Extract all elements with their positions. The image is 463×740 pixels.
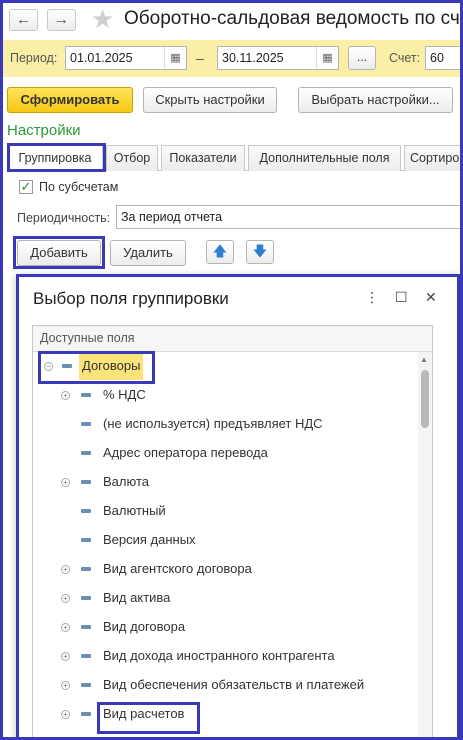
- forward-button[interactable]: →: [47, 9, 76, 31]
- period-select-button[interactable]: ...: [348, 46, 376, 70]
- period-to-value: 30.11.2025: [222, 51, 284, 65]
- window-title: Оборотно-сальдовая ведомость по сч: [124, 8, 460, 29]
- highlight-add-button: [13, 236, 105, 269]
- field-icon: [81, 567, 91, 571]
- scroll-up-icon[interactable]: ▲: [420, 355, 428, 364]
- close-icon[interactable]: ✕: [425, 289, 437, 306]
- maximize-icon[interactable]: ☐: [395, 289, 408, 306]
- highlight-settlement-type-item: [97, 702, 200, 734]
- list-item-label: Валютный: [103, 503, 166, 518]
- list-item-label: Валюта: [103, 474, 149, 489]
- list-item-label: % НДС: [103, 387, 146, 402]
- grouping-field-dialog: Выбор поля группировки ⋮ ☐ ✕ Доступные п…: [16, 274, 460, 740]
- field-icon: [81, 596, 91, 600]
- list-item[interactable]: Валютный: [33, 497, 418, 525]
- list-item-label: Вид договора: [103, 619, 186, 634]
- arrow-left-icon: ←: [16, 11, 31, 28]
- available-fields-list: Доступные поля ▲ − Договоры + % НДС (не …: [32, 325, 433, 737]
- generate-button[interactable]: Сформировать: [7, 87, 133, 113]
- move-down-button[interactable]: 🡇: [246, 240, 274, 264]
- highlight-grouping-tab: [7, 143, 106, 172]
- field-icon: [81, 712, 91, 716]
- list-item-label: Вид дохода иностранного контрагента: [103, 648, 335, 663]
- by-subaccounts-checkbox[interactable]: ✓: [19, 180, 33, 194]
- account-field[interactable]: 60: [425, 46, 463, 70]
- list-item[interactable]: + Вид договора: [33, 613, 418, 641]
- list-item[interactable]: Адрес оператора перевода: [33, 439, 418, 467]
- title-bar: ← → ★ Оборотно-сальдовая ведомость по сч: [3, 3, 460, 37]
- settings-title: Настройки: [7, 122, 81, 139]
- field-icon: [81, 509, 91, 513]
- expand-icon[interactable]: +: [61, 681, 70, 690]
- list-item[interactable]: + Вид актива: [33, 584, 418, 612]
- expand-icon[interactable]: +: [61, 710, 70, 719]
- account-value: 60: [430, 51, 444, 65]
- list-item[interactable]: + Вид агентского договора: [33, 555, 418, 583]
- field-icon: [81, 451, 91, 455]
- periodicity-field[interactable]: За период отчета: [116, 205, 463, 229]
- period-from-value: 01.01.2025: [70, 51, 133, 65]
- list-item-label: Вид обеспечения обязательств и платежей: [103, 677, 365, 692]
- favorite-star-icon[interactable]: ★: [91, 5, 114, 33]
- list-item-label: (не используется) предъявляет НДС: [103, 416, 323, 431]
- field-icon: [81, 654, 91, 658]
- list-item[interactable]: (не используется) предъявляет НДС: [33, 410, 418, 438]
- period-bar: Период: 01.01.2025 ▦ – 30.11.2025 ▦ ... …: [3, 40, 463, 77]
- expand-icon[interactable]: +: [61, 478, 70, 487]
- expand-icon[interactable]: +: [61, 594, 70, 603]
- arrow-down-icon: 🡇: [252, 243, 268, 259]
- field-icon: [81, 625, 91, 629]
- expand-icon[interactable]: +: [61, 391, 70, 400]
- list-item[interactable]: + Валюта: [33, 468, 418, 496]
- field-icon: [81, 422, 91, 426]
- move-up-button[interactable]: 🡅: [206, 240, 234, 264]
- period-from-field[interactable]: 01.01.2025 ▦: [65, 46, 187, 70]
- arrow-up-icon: 🡅: [212, 243, 228, 259]
- list-item-label: Вид актива: [103, 590, 171, 605]
- more-icon[interactable]: ⋮: [365, 289, 379, 306]
- period-label: Период:: [10, 51, 58, 65]
- field-icon: [81, 538, 91, 542]
- periodicity-value: За период отчета: [121, 210, 223, 224]
- tab-sorting[interactable]: Сортиро: [404, 145, 463, 171]
- list-item[interactable]: Версия данных: [33, 526, 418, 554]
- tab-indicators[interactable]: Показатели: [161, 145, 245, 171]
- list-item[interactable]: + Вид расчетов: [33, 700, 418, 728]
- hide-settings-button[interactable]: Скрыть настройки: [143, 87, 277, 113]
- list-item[interactable]: + Вид дохода иностранного контрагента: [33, 642, 418, 670]
- expand-icon[interactable]: +: [61, 623, 70, 632]
- list-item[interactable]: + % НДС: [33, 381, 418, 409]
- expand-icon[interactable]: +: [61, 565, 70, 574]
- column-header: Доступные поля: [33, 326, 432, 352]
- back-button[interactable]: ←: [9, 9, 38, 31]
- calendar-icon[interactable]: ▦: [164, 47, 186, 69]
- expand-icon[interactable]: +: [61, 652, 70, 661]
- tab-filter[interactable]: Отбор: [106, 145, 158, 171]
- list-scrollbar[interactable]: ▲: [418, 352, 432, 737]
- choose-settings-button[interactable]: Выбрать настройки...: [298, 87, 453, 113]
- by-subaccounts-label: По субсчетам: [39, 180, 119, 194]
- field-icon: [81, 480, 91, 484]
- tab-additional-fields[interactable]: Дополнительные поля: [248, 145, 401, 171]
- arrow-right-icon: →: [54, 11, 69, 28]
- list-item[interactable]: + Вид обеспечения обязательств и платеже…: [33, 671, 418, 699]
- dialog-title: Выбор поля группировки: [33, 289, 229, 308]
- field-icon: [81, 683, 91, 687]
- period-dash: –: [196, 50, 204, 66]
- delete-button[interactable]: Удалить: [110, 240, 186, 266]
- list-item-label: Адрес оператора перевода: [103, 445, 268, 460]
- calendar-icon[interactable]: ▦: [316, 47, 338, 69]
- periodicity-label: Периодичность:: [17, 211, 111, 225]
- highlight-contracts-item: [38, 351, 155, 384]
- scroll-thumb[interactable]: [421, 370, 429, 428]
- account-label: Счет:: [389, 51, 421, 65]
- list-item-label: Версия данных: [103, 532, 196, 547]
- period-to-field[interactable]: 30.11.2025 ▦: [217, 46, 339, 70]
- field-icon: [81, 393, 91, 397]
- list-item-label: Вид агентского договора: [103, 561, 252, 576]
